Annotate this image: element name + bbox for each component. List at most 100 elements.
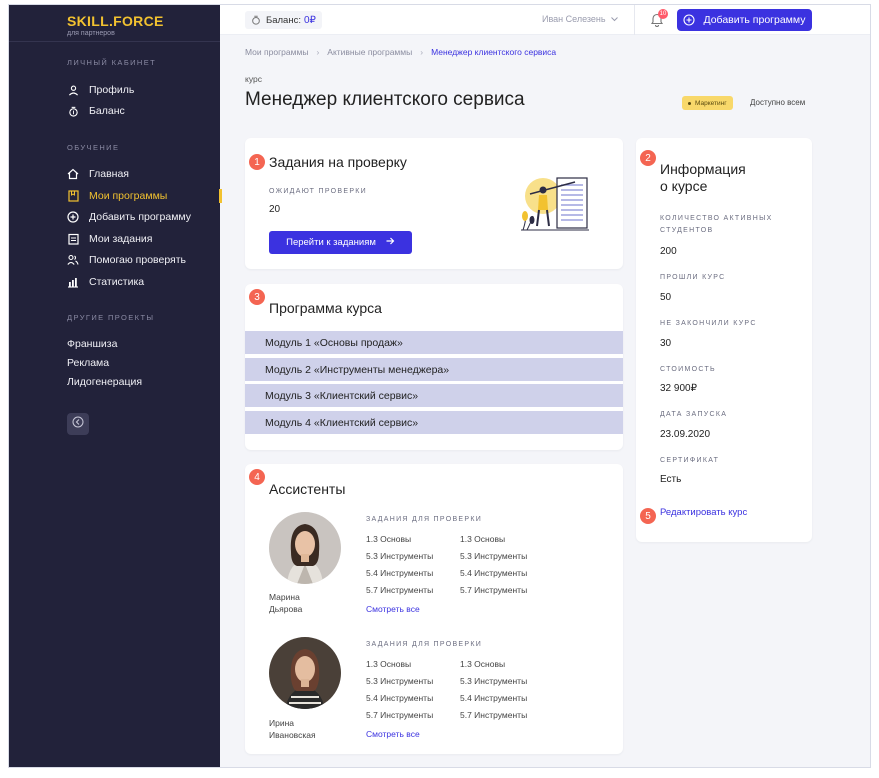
- user-icon: [67, 84, 79, 96]
- task-item: 1.3 Основы: [460, 659, 506, 669]
- program-title: Программа курса: [269, 300, 382, 316]
- info-title-line: Информация: [660, 161, 746, 177]
- sidebar-item-help-review[interactable]: Помогаю проверять: [67, 251, 186, 269]
- logo-title: SKILL.FORCE: [67, 13, 164, 29]
- task-item: 5.4 Инструменты: [366, 568, 434, 578]
- logo-subtitle: для партнеров: [67, 30, 115, 37]
- info-label: СЕРТИФИКАТ: [660, 457, 720, 464]
- section-title-personal: ЛИЧНЫЙ КАБИНЕТ: [67, 58, 157, 67]
- tasks-label: ЗАДАНИЯ ДЛЯ ПРОВЕРКИ: [366, 516, 483, 523]
- breadcrumb-current: Менеджер клиентского сервиса: [431, 47, 557, 57]
- sidebar-item-leadgen[interactable]: Лидогенерация: [67, 376, 142, 388]
- info-title-line: о курсе: [660, 178, 708, 194]
- info-label-line: СТУДЕНТОВ: [660, 227, 714, 234]
- chevron-right-icon: ›: [420, 47, 424, 57]
- breadcrumb: Мои программы › Активные программы › Мен…: [245, 47, 556, 57]
- tasks-column: 1.3 Основы 5.3 Инструменты 5.4 Инструмен…: [366, 659, 433, 727]
- sidebar-item-add-program[interactable]: Добавить программу: [67, 208, 191, 226]
- task-item: 5.4 Инструменты: [460, 693, 528, 703]
- sidebar-item-label: Баланс: [89, 105, 125, 117]
- sidebar-item-label: Помогаю проверять: [89, 254, 187, 266]
- tasks-column: 1.3 Основы 5.3 Инструменты 5.4 Инструмен…: [460, 534, 527, 602]
- task-item: 5.7 Инструменты: [366, 710, 434, 720]
- task-item: 5.3 Инструменты: [460, 551, 528, 561]
- collapse-sidebar-button[interactable]: [67, 413, 89, 435]
- add-program-button[interactable]: Добавить программу: [677, 9, 812, 31]
- module-item[interactable]: Модуль 1 «Основы продаж»: [245, 331, 623, 354]
- chevron-left-icon: [72, 415, 84, 433]
- info-label: НЕ ЗАКОНЧИЛИ КУРС: [660, 320, 757, 327]
- sidebar-item-balance[interactable]: Баланс: [67, 102, 125, 120]
- info-value-completed: 50: [660, 292, 672, 303]
- sidebar-item-statistics[interactable]: Статистика: [67, 273, 144, 291]
- task-item: 1.3 Основы: [366, 534, 412, 544]
- sidebar-item-my-programs[interactable]: Мои программы: [67, 187, 223, 205]
- sidebar-item-label: Мои задания: [89, 233, 153, 245]
- avatar[interactable]: [269, 512, 341, 584]
- task-item: 5.3 Инструменты: [460, 676, 528, 686]
- tasks-label: ЗАДАНИЯ ДЛЯ ПРОВЕРКИ: [366, 641, 483, 648]
- section-title-other: ДРУГИЕ ПРОЕКТЫ: [67, 313, 155, 322]
- section-title-learning: ОБУЧЕНИЕ: [67, 143, 120, 152]
- sidebar-item-label: Мои программы: [89, 190, 168, 202]
- access-status: Доступно всем: [750, 98, 806, 107]
- assistant-first-name: Ирина: [269, 718, 295, 728]
- info-value-active-students: 200: [660, 246, 677, 257]
- step-badge: 2: [640, 150, 656, 166]
- user-menu[interactable]: Иван Селезень: [542, 14, 618, 24]
- task-item: 5.3 Инструменты: [366, 551, 434, 561]
- module-item[interactable]: Модуль 4 «Клиентский сервис»: [245, 411, 623, 434]
- module-item[interactable]: Модуль 3 «Клиентский сервис»: [245, 384, 623, 407]
- breadcrumb-item[interactable]: Мои программы: [245, 47, 308, 57]
- bookmark-icon: [67, 190, 79, 202]
- arrow-right-icon: [386, 237, 395, 248]
- see-all-link[interactable]: Смотреть все: [366, 604, 420, 614]
- topbar: Баланс: 0₽ Иван Селезень 10 Добавить про…: [220, 5, 870, 35]
- sidebar-item-my-tasks[interactable]: Мои задания: [67, 230, 152, 248]
- task-item: 5.7 Инструменты: [460, 585, 528, 595]
- task-item: 1.3 Основы: [366, 659, 412, 669]
- info-label-line: КОЛИЧЕСТВО АКТИВНЫХ: [660, 215, 773, 222]
- info-label: ПРОШЛИ КУРС: [660, 274, 726, 281]
- step-badge: 1: [249, 154, 265, 170]
- add-program-label: Добавить программу: [703, 14, 806, 26]
- sidebar-divider: [9, 41, 220, 42]
- task-item: 5.3 Инструменты: [366, 676, 434, 686]
- coins-icon: [251, 15, 261, 25]
- task-item: 1.3 Основы: [460, 534, 506, 544]
- course-info-card: 2 Информация о курсе КОЛИЧЕСТВО АКТИВНЫХ…: [636, 138, 812, 542]
- logo[interactable]: SKILL.FORCE для партнеров: [67, 13, 164, 37]
- go-to-tasks-button[interactable]: Перейти к заданиям: [269, 231, 412, 254]
- info-label: ДАТА ЗАПУСКА: [660, 411, 728, 418]
- info-value-certificate: Есть: [660, 474, 682, 485]
- avatar[interactable]: [269, 637, 341, 709]
- balance-label: Баланс:: [266, 14, 301, 26]
- coins-icon: [67, 105, 79, 117]
- go-to-tasks-label: Перейти к заданиям: [286, 237, 376, 248]
- assistant-first-name: Марина: [269, 592, 300, 602]
- task-item: 5.7 Инструменты: [366, 585, 434, 595]
- step-badge: 4: [249, 469, 265, 485]
- see-all-link[interactable]: Смотреть все: [366, 729, 420, 739]
- plus-circle-icon: [67, 211, 79, 223]
- info-value-launch-date: 23.09.2020: [660, 429, 711, 440]
- tasks-column: 1.3 Основы 5.3 Инструменты 5.4 Инструмен…: [460, 659, 527, 727]
- module-item[interactable]: Модуль 2 «Инструменты менеджера»: [245, 358, 623, 381]
- sidebar-item-franchise[interactable]: Франшиза: [67, 338, 117, 350]
- info-label: СТОИМОСТЬ: [660, 366, 716, 373]
- page-title: Менеджер клиентского сервиса: [245, 89, 525, 110]
- sidebar-item-ads[interactable]: Реклама: [67, 357, 109, 369]
- sidebar-item-label: Главная: [89, 168, 129, 180]
- sidebar-item-label: Статистика: [89, 276, 145, 288]
- breadcrumb-item[interactable]: Активные программы: [327, 47, 412, 57]
- balance-chip[interactable]: Баланс: 0₽: [245, 11, 322, 29]
- home-icon: [67, 168, 79, 180]
- sidebar-item-label: Добавить программу: [89, 211, 192, 223]
- edit-course-link[interactable]: Редактировать курс: [660, 507, 747, 518]
- app-frame: SKILL.FORCE для партнеров ЛИЧНЫЙ КАБИНЕТ…: [8, 4, 871, 768]
- chart-icon: [67, 276, 79, 288]
- page-kind: курс: [245, 74, 262, 84]
- plus-circle-icon: [683, 14, 696, 26]
- sidebar-item-profile[interactable]: Профиль: [67, 81, 134, 99]
- sidebar-item-home[interactable]: Главная: [67, 165, 129, 183]
